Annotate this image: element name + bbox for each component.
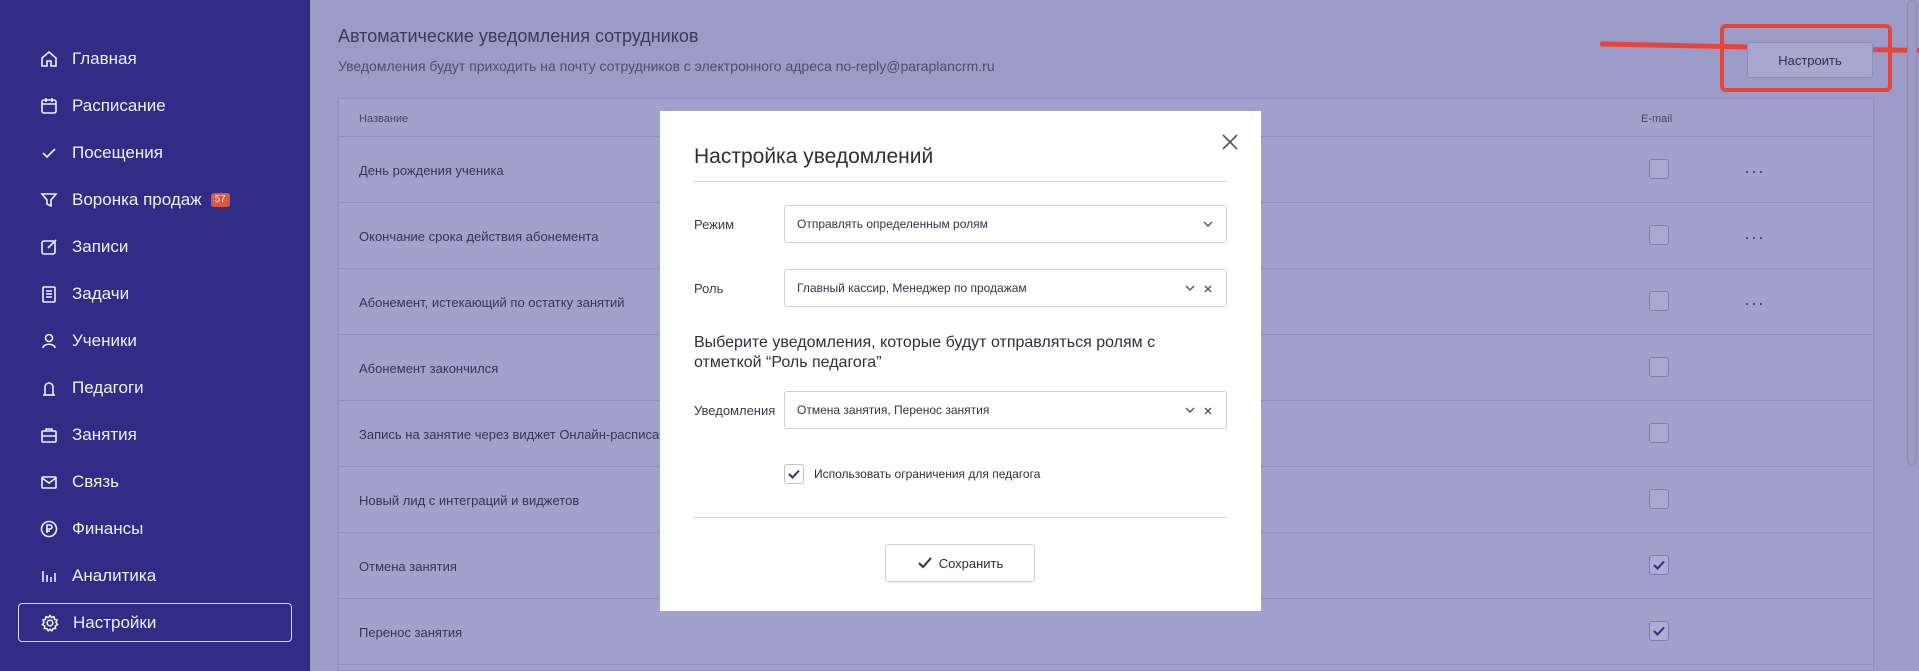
notification-name: Абонемент, истекающий по остатку занятий <box>359 295 625 310</box>
chevron-down-icon[interactable] <box>1184 404 1196 416</box>
sidebar-item-teachers[interactable]: Педагоги <box>18 368 292 407</box>
checkmark-icon <box>788 469 800 479</box>
chart-icon <box>38 565 60 587</box>
gear-icon <box>39 612 61 634</box>
sidebar-item-attendance[interactable]: Посещения <box>18 133 292 172</box>
sidebar-item-label: Педагоги <box>72 377 144 397</box>
notification-name: Окончание срока действия абонемента <box>359 229 599 244</box>
sidebar-item-lessons[interactable]: Занятия <box>18 415 292 454</box>
sidebar-item-label: Главная <box>72 48 137 68</box>
email-checkbox[interactable] <box>1649 357 1669 377</box>
sidebar-item-schedule[interactable]: Расписание <box>18 86 292 125</box>
role-label: Роль <box>694 281 724 296</box>
notifications-select-value: Отмена занятия, Перенос занятия <box>797 403 990 417</box>
home-icon <box>38 48 60 70</box>
role-select[interactable]: Главный кассир, Менеджер по продажам <box>784 269 1227 307</box>
briefcase-icon <box>38 424 60 446</box>
notification-name: Запись на занятие через виджет Онлайн-ра… <box>359 427 681 442</box>
edit-icon <box>38 236 60 258</box>
ruble-icon <box>38 518 60 540</box>
close-icon[interactable] <box>1221 133 1239 151</box>
funnel-count-badge: 57 <box>210 192 230 207</box>
divider <box>694 517 1227 518</box>
divider <box>694 181 1227 182</box>
email-checkbox[interactable] <box>1649 291 1669 311</box>
email-checkbox[interactable] <box>1649 159 1669 179</box>
sidebar-item-settings[interactable]: Настройки <box>18 603 292 642</box>
checkmark-icon <box>1653 626 1665 636</box>
more-options-icon[interactable]: ··· <box>1744 161 1765 182</box>
user-icon <box>38 330 60 352</box>
notification-name: Отмена занятия <box>359 559 457 574</box>
mode-select[interactable]: Отправлять определенным ролям <box>784 205 1227 243</box>
sidebar-item-label: Ученики <box>72 330 137 350</box>
sidebar-item-analytics[interactable]: Аналитика <box>18 556 292 595</box>
teacher-icon <box>38 377 60 399</box>
sidebar-item-label: Задачи <box>72 283 130 303</box>
email-checkbox[interactable] <box>1649 225 1669 245</box>
notification-settings-modal: Настройка уведомлений Режим Отправлять о… <box>660 111 1261 611</box>
sidebar-item-sales-funnel[interactable]: Воронка продаж 57 <box>18 180 292 219</box>
mail-icon <box>38 471 60 493</box>
sidebar-item-label: Расписание <box>72 95 166 115</box>
email-checkbox[interactable] <box>1649 423 1669 443</box>
clear-icon[interactable] <box>1202 405 1214 417</box>
sidebar-item-label: Занятия <box>72 424 137 444</box>
checkmark-icon <box>1653 560 1665 570</box>
notification-name: Новый лид с интеграций и виджетов <box>359 493 580 508</box>
column-header-email: E-mail <box>1641 113 1673 125</box>
scrollbar-thumb[interactable] <box>1907 0 1917 465</box>
sidebar-item-home[interactable]: Главная <box>18 39 292 78</box>
sidebar-item-finance[interactable]: Финансы <box>18 509 292 548</box>
sidebar-item-label: Финансы <box>72 518 144 538</box>
funnel-icon <box>38 189 60 211</box>
notifications-label: Уведомления <box>694 403 776 418</box>
sidebar-item-label: Посещения <box>72 142 163 162</box>
notification-name: День рождения ученика <box>359 163 504 178</box>
role-select-value: Главный кассир, Менеджер по продажам <box>797 281 1027 295</box>
sidebar-item-label: Настройки <box>73 612 157 632</box>
clear-icon[interactable] <box>1202 283 1214 295</box>
notifications-select[interactable]: Отмена занятия, Перенос занятия <box>784 391 1227 429</box>
sidebar-item-tasks[interactable]: Задачи <box>18 274 292 313</box>
sidebar-item-label: Воронка продаж <box>72 189 202 209</box>
sidebar-item-label: Связь <box>72 471 119 491</box>
sidebar-item-communication[interactable]: Связь <box>18 462 292 501</box>
notification-name: Абонемент закончился <box>359 361 499 376</box>
chevron-down-icon <box>1203 221 1213 227</box>
sidebar-item-students[interactable]: Ученики <box>18 321 292 360</box>
mode-select-value: Отправлять определенным ролям <box>797 217 988 231</box>
calendar-icon <box>38 95 60 117</box>
section-description: Выберите уведомления, которые будут отпр… <box>694 334 1156 371</box>
check-icon <box>38 142 60 164</box>
checkmark-icon <box>917 557 932 569</box>
email-checkbox[interactable] <box>1649 489 1669 509</box>
column-header-name: Название <box>359 113 409 125</box>
teacher-restriction-checkbox[interactable] <box>784 464 804 484</box>
more-options-icon[interactable]: ··· <box>1744 293 1765 314</box>
page-subtitle: Уведомления будут приходить на почту сот… <box>338 58 995 74</box>
email-checkbox[interactable] <box>1649 621 1669 641</box>
more-options-icon[interactable]: ··· <box>1744 227 1765 248</box>
mode-label: Режим <box>694 217 735 232</box>
configure-button[interactable]: Настроить <box>1747 42 1873 78</box>
modal-title: Настройка уведомлений <box>694 145 934 168</box>
save-button[interactable]: Сохранить <box>885 544 1035 582</box>
sidebar-item-label: Записи <box>72 236 129 256</box>
email-checkbox[interactable] <box>1649 555 1669 575</box>
sidebar: Главная Расписание Посещения Воронка про… <box>0 0 310 671</box>
save-button-label: Сохранить <box>938 555 1004 571</box>
page-title: Автоматические уведомления сотрудников <box>338 26 699 46</box>
tasks-icon <box>38 283 60 305</box>
scrollbar[interactable] <box>1905 0 1917 671</box>
sidebar-item-label: Аналитика <box>72 565 157 585</box>
notification-name: Перенос занятия <box>359 625 463 640</box>
teacher-restriction-label: Использовать ограничения для педагога <box>814 467 1041 481</box>
sidebar-item-records[interactable]: Записи <box>18 227 292 266</box>
chevron-down-icon[interactable] <box>1184 282 1196 294</box>
